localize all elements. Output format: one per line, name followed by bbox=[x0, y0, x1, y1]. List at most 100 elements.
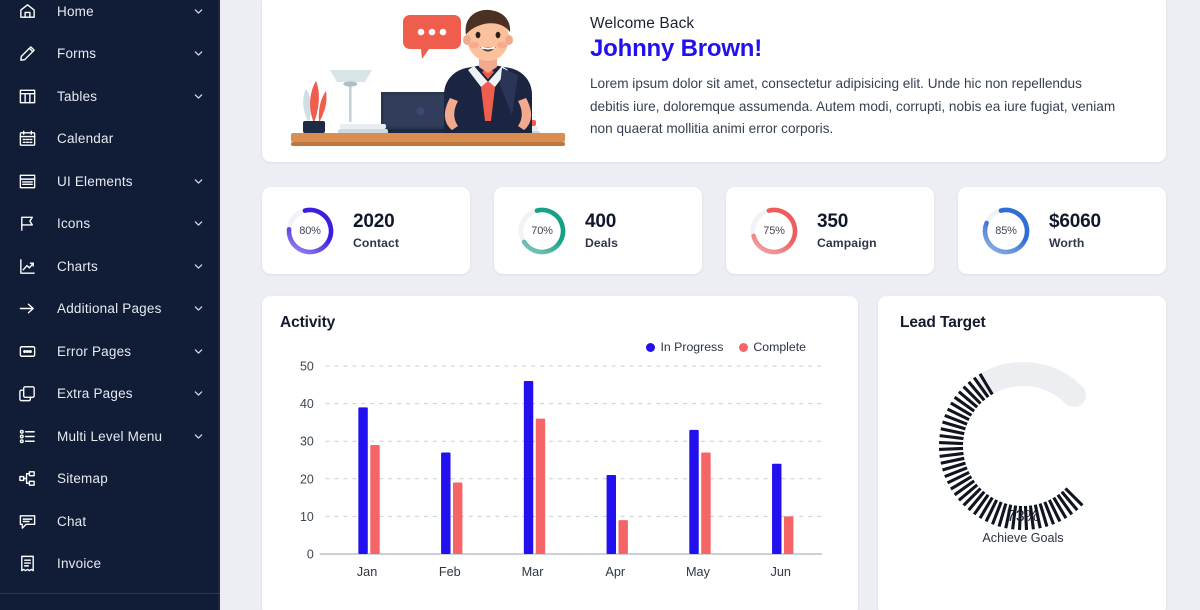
chevron-down-icon[interactable] bbox=[192, 345, 204, 357]
bar-in-progress-may[interactable] bbox=[689, 429, 699, 554]
stat-card-campaign[interactable]: 75% 350 Campaign bbox=[726, 187, 934, 274]
chart-legend: In Progress Complete bbox=[280, 340, 836, 354]
sidebar-item-icons[interactable]: Icons bbox=[0, 203, 220, 246]
stat-card-worth[interactable]: 85% $6060 Worth bbox=[958, 187, 1166, 274]
bar-complete-may[interactable] bbox=[701, 452, 711, 554]
gauge-tick bbox=[939, 440, 964, 446]
donut-percent-label: 85% bbox=[995, 224, 1017, 237]
gauge-tick bbox=[1017, 505, 1023, 530]
stat-meta: 350 Campaign bbox=[817, 211, 877, 250]
dots-box-icon bbox=[14, 338, 40, 364]
donut-progress: 75% bbox=[748, 205, 800, 257]
sidebar-item-sitemap[interactable]: Sitemap bbox=[0, 458, 220, 501]
sidebar-item-label: Multi Level Menu bbox=[57, 428, 163, 444]
window-icon bbox=[14, 168, 40, 194]
legend-color-dot bbox=[646, 342, 656, 352]
x-axis-tick: Mar bbox=[522, 564, 545, 579]
chevron-down-icon[interactable] bbox=[192, 90, 204, 102]
sidebar-item-forms[interactable]: Forms bbox=[0, 33, 220, 76]
gauge-tick bbox=[939, 434, 964, 441]
chevron-down-icon[interactable] bbox=[192, 5, 204, 17]
bar-in-progress-feb[interactable] bbox=[441, 452, 451, 554]
businessman-at-desk-illustration bbox=[278, 3, 578, 153]
y-axis-tick: 50 bbox=[300, 359, 314, 373]
bar-in-progress-jun[interactable] bbox=[772, 463, 782, 554]
bar-in-progress-jan[interactable] bbox=[358, 407, 368, 554]
activity-bar-chart: 0 10 20 30 40 50 Jan Feb Mar Apr May Jun bbox=[280, 358, 836, 588]
donut-percent-label: 70% bbox=[531, 224, 553, 237]
flag-icon bbox=[14, 211, 40, 237]
x-axis-tick: Apr bbox=[605, 564, 626, 579]
donut-progress: 85% bbox=[980, 205, 1032, 257]
lead-target-gauge bbox=[915, 350, 1131, 540]
gauge-tick bbox=[939, 451, 964, 458]
chevron-down-icon[interactable] bbox=[192, 218, 204, 230]
sidebar-nav: Home Forms Tables Calendar UI Elements Icons C… bbox=[0, 0, 220, 585]
sidebar-item-label: Invoice bbox=[57, 556, 102, 572]
sidebar-item-multi-level-menu[interactable]: Multi Level Menu bbox=[0, 415, 220, 458]
y-axis-tick: 20 bbox=[300, 472, 314, 486]
sidebar-item-calendar[interactable]: Calendar bbox=[0, 118, 220, 161]
stat-label: Campaign bbox=[817, 236, 877, 250]
legend-item-in-progress[interactable]: In Progress bbox=[646, 340, 723, 354]
bar-in-progress-apr[interactable] bbox=[606, 475, 616, 554]
pencil-icon bbox=[14, 41, 40, 67]
gauge-track bbox=[977, 362, 1086, 408]
x-axis-tick: Jun bbox=[770, 564, 790, 579]
legend-item-complete[interactable]: Complete bbox=[739, 340, 806, 354]
bar-complete-apr[interactable] bbox=[618, 520, 628, 554]
stat-card-deals[interactable]: 70% 400 Deals bbox=[494, 187, 702, 274]
chevron-down-icon[interactable] bbox=[192, 430, 204, 442]
stat-meta: 400 Deals bbox=[585, 211, 618, 250]
sidebar-item-chat[interactable]: Chat bbox=[0, 500, 220, 543]
legend-color-dot bbox=[739, 342, 749, 352]
stat-value: 350 bbox=[817, 211, 849, 232]
y-axis-tick: 0 bbox=[307, 547, 314, 561]
sidebar-item-ui-elements[interactable]: UI Elements bbox=[0, 160, 220, 203]
bar-complete-jan[interactable] bbox=[370, 444, 380, 554]
stat-value: 2020 bbox=[353, 211, 395, 232]
stat-card-contact[interactable]: 80% 2020 Contact bbox=[262, 187, 470, 274]
sidebar-item-label: Error Pages bbox=[57, 343, 132, 359]
x-axis-tick: Jan bbox=[357, 564, 377, 579]
sidebar-item-invoice[interactable]: Invoice bbox=[0, 543, 220, 586]
chevron-down-icon[interactable] bbox=[192, 175, 204, 187]
chevron-down-icon[interactable] bbox=[192, 48, 204, 60]
sidebar-section-title: EXTRA bbox=[0, 594, 220, 610]
gauge-tick bbox=[940, 456, 965, 465]
sidebar-item-home[interactable]: Home bbox=[0, 0, 220, 33]
sidebar-edge bbox=[218, 0, 220, 610]
legend-label: In Progress bbox=[660, 340, 724, 354]
sidebar-item-label: Sitemap bbox=[57, 471, 108, 487]
sidebar-item-charts[interactable]: Charts bbox=[0, 245, 220, 288]
stat-label: Contact bbox=[353, 236, 400, 250]
lead-target-card: Lead Target 73% Achieve Goals bbox=[878, 296, 1166, 610]
bar-in-progress-mar[interactable] bbox=[523, 381, 534, 554]
gauge-tick bbox=[1033, 504, 1042, 529]
sidebar-item-label: Icons bbox=[57, 216, 91, 232]
arrow-right-icon bbox=[14, 296, 40, 322]
sidebar-item-error-pages[interactable]: Error Pages bbox=[0, 330, 220, 373]
stat-label: Worth bbox=[1049, 236, 1085, 250]
bar-complete-feb[interactable] bbox=[453, 482, 463, 554]
chevron-down-icon[interactable] bbox=[192, 303, 204, 315]
stat-value: 400 bbox=[585, 211, 617, 232]
bar-complete-jun[interactable] bbox=[783, 516, 794, 554]
sidebar-item-label: Extra Pages bbox=[57, 386, 133, 402]
sidebar-item-label: Home bbox=[57, 3, 94, 19]
chevron-down-icon[interactable] bbox=[192, 260, 204, 272]
dashboard-page: Home Forms Tables Calendar UI Elements Icons C… bbox=[0, 0, 1200, 610]
gauge-tick bbox=[939, 446, 964, 452]
stat-value: $6060 bbox=[1049, 211, 1101, 232]
gauge-tick bbox=[1004, 504, 1013, 529]
sidebar-item-tables[interactable]: Tables bbox=[0, 75, 220, 118]
donut-progress: 80% bbox=[284, 205, 336, 257]
chevron-down-icon[interactable] bbox=[192, 388, 204, 400]
sidebar-item-label: Chat bbox=[57, 513, 87, 529]
trending-up-icon bbox=[14, 253, 40, 279]
sidebar-item-extra-pages[interactable]: Extra Pages bbox=[0, 373, 220, 416]
bar-complete-mar[interactable] bbox=[535, 418, 546, 554]
invoice-icon bbox=[14, 551, 40, 577]
sidebar-item-additional-pages[interactable]: Additional Pages bbox=[0, 288, 220, 331]
home-icon bbox=[14, 0, 40, 24]
